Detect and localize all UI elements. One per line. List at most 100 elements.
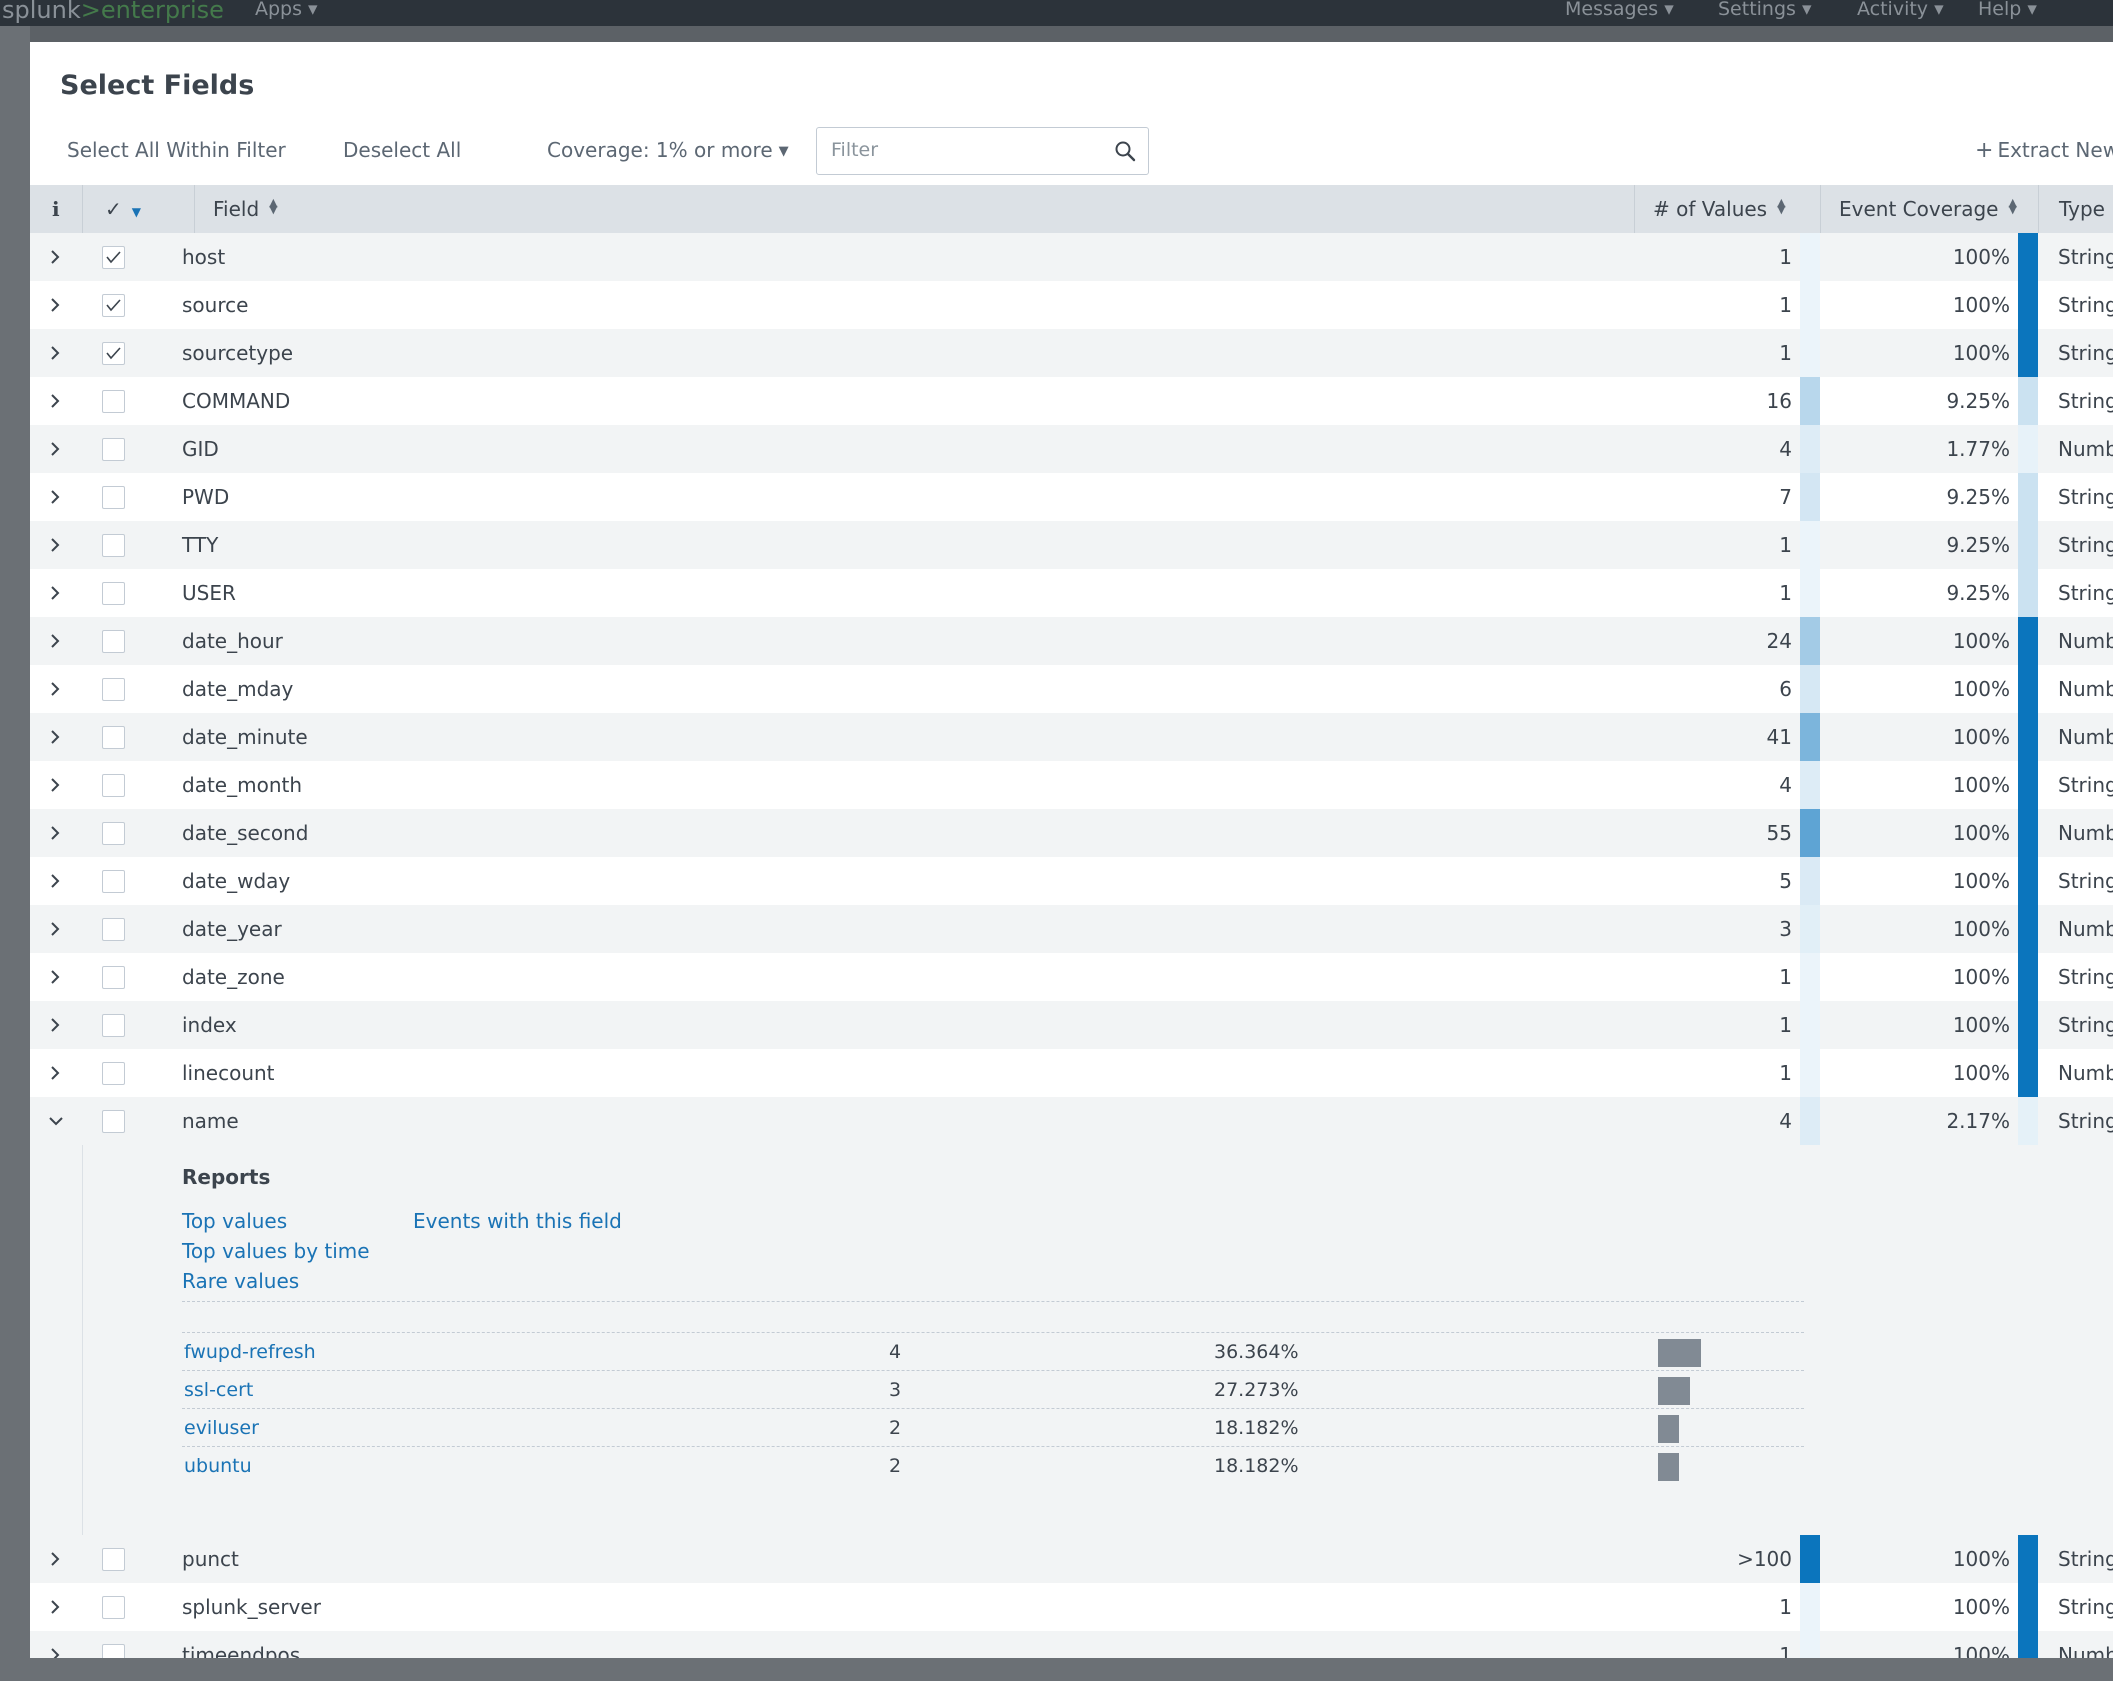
field-type: String: [2058, 389, 2113, 413]
field-column-header[interactable]: Field ▲ ▼: [194, 185, 1634, 233]
extract-new-fields-button[interactable]: + Extract New: [1975, 138, 2113, 163]
field-checkbox[interactable]: [102, 678, 125, 701]
field-checkbox[interactable]: [102, 774, 125, 797]
field-checkbox[interactable]: [102, 1062, 125, 1085]
nav-apps[interactable]: Apps ▾: [255, 0, 318, 20]
field-checkbox[interactable]: [102, 1644, 125, 1658]
values-bar: [1800, 1049, 1820, 1097]
num-values: 5: [1779, 869, 1792, 893]
coverage-bar: [2018, 1001, 2038, 1049]
chevron-right-icon[interactable]: [48, 761, 68, 809]
table-row: GID 4 1.77% Number: [30, 425, 2113, 473]
field-checkbox[interactable]: [102, 342, 125, 365]
event-coverage-column-header[interactable]: Event Coverage ▲ ▼: [1820, 185, 2038, 233]
field-checkbox[interactable]: [102, 1110, 125, 1133]
chevron-right-icon[interactable]: [48, 233, 68, 281]
num-values: 16: [1766, 389, 1792, 413]
field-name: USER: [182, 581, 236, 605]
chevron-right-icon[interactable]: [48, 425, 68, 473]
values-bar: [1800, 233, 1820, 281]
field-checkbox[interactable]: [102, 1014, 125, 1037]
chevron-right-icon[interactable]: [48, 377, 68, 425]
nav-messages[interactable]: Messages ▾: [1565, 0, 1674, 20]
table-row: splunk_server 1 100% String: [30, 1583, 2113, 1631]
field-type: String: [2058, 1595, 2113, 1619]
num-values: 3: [1779, 917, 1792, 941]
search-icon[interactable]: [1114, 140, 1136, 162]
field-checkbox[interactable]: [102, 390, 125, 413]
chevron-right-icon[interactable]: [48, 569, 68, 617]
filter-field[interactable]: [816, 127, 1149, 175]
select-column-header[interactable]: ✓ ▼: [82, 185, 194, 233]
field-type: String: [2058, 773, 2113, 797]
field-name: splunk_server: [182, 1595, 321, 1619]
table-header: i ✓ ▼ Field ▲ ▼ # of Values ▲ ▼ Event Coverag…: [30, 185, 2113, 233]
deselect-all-button[interactable]: Deselect All: [343, 138, 461, 162]
chevron-right-icon[interactable]: [48, 1001, 68, 1049]
event-coverage: 100%: [1952, 1061, 2010, 1085]
coverage-dropdown[interactable]: Coverage: 1% or more ▼: [547, 138, 789, 162]
num-values-column-header[interactable]: # of Values ▲ ▼: [1634, 185, 1820, 233]
field-checkbox[interactable]: [102, 870, 125, 893]
rare-values-link[interactable]: Rare values: [182, 1269, 299, 1293]
field-checkbox[interactable]: [102, 582, 125, 605]
values-bar: [1800, 857, 1820, 905]
chevron-right-icon[interactable]: [48, 281, 68, 329]
field-type: String: [2058, 341, 2113, 365]
field-name: date_hour: [182, 629, 283, 653]
chevron-right-icon[interactable]: [48, 665, 68, 713]
type-column-header[interactable]: Type▲▼: [2038, 185, 2113, 233]
nav-activity[interactable]: Activity ▾: [1857, 0, 1944, 20]
filter-input[interactable]: [817, 128, 1087, 172]
chevron-down-icon[interactable]: [48, 1097, 68, 1145]
value-link[interactable]: fwupd-refresh: [184, 1333, 316, 1371]
caret-down-icon[interactable]: ▼: [132, 205, 141, 219]
field-checkbox[interactable]: [102, 294, 125, 317]
chevron-right-icon[interactable]: [48, 617, 68, 665]
chevron-right-icon[interactable]: [48, 905, 68, 953]
chevron-right-icon[interactable]: [48, 1049, 68, 1097]
field-type: String: [2058, 965, 2113, 989]
value-link[interactable]: ubuntu: [184, 1447, 252, 1485]
chevron-right-icon[interactable]: [48, 713, 68, 761]
top-values-by-time-link[interactable]: Top values by time: [182, 1239, 370, 1263]
value-link[interactable]: eviluser: [184, 1409, 259, 1447]
chevron-right-icon[interactable]: [48, 1535, 68, 1583]
field-checkbox[interactable]: [102, 534, 125, 557]
table-row: date_hour 24 100% Number: [30, 617, 2113, 665]
list-item: ssl-cert 3 27.273%: [182, 1370, 1804, 1408]
field-checkbox[interactable]: [102, 246, 125, 269]
coverage-bar: [2018, 665, 2038, 713]
chevron-right-icon[interactable]: [48, 809, 68, 857]
value-link[interactable]: ssl-cert: [184, 1371, 253, 1409]
chevron-right-icon[interactable]: [48, 857, 68, 905]
field-checkbox[interactable]: [102, 966, 125, 989]
num-values: 1: [1779, 341, 1792, 365]
chevron-right-icon[interactable]: [48, 953, 68, 1001]
table-row: timeendpos 1 100% Number: [30, 1631, 2113, 1658]
field-checkbox[interactable]: [102, 438, 125, 461]
events-with-this-field-link[interactable]: Events with this field: [413, 1209, 622, 1233]
top-values-link[interactable]: Top values: [182, 1209, 287, 1233]
field-checkbox[interactable]: [102, 822, 125, 845]
chevron-right-icon[interactable]: [48, 329, 68, 377]
chevron-right-icon[interactable]: [48, 521, 68, 569]
nav-settings[interactable]: Settings ▾: [1718, 0, 1812, 20]
field-type: String: [2058, 1547, 2113, 1571]
field-checkbox[interactable]: [102, 1548, 125, 1571]
chevron-right-icon[interactable]: [48, 1583, 68, 1631]
field-checkbox[interactable]: [102, 486, 125, 509]
modal-title: Select Fields: [60, 70, 255, 101]
chevron-right-icon[interactable]: [48, 473, 68, 521]
field-checkbox[interactable]: [102, 726, 125, 749]
select-all-within-filter-button[interactable]: Select All Within Filter: [67, 138, 286, 162]
chevron-right-icon[interactable]: [48, 1631, 68, 1658]
table-row: host 1 100% String: [30, 233, 2113, 281]
field-checkbox[interactable]: [102, 630, 125, 653]
field-checkbox[interactable]: [102, 918, 125, 941]
splunk-logo[interactable]: splunk>enterprise: [2, 0, 224, 24]
top-values-table: fwupd-refresh 4 36.364% ssl-cert 3 27.273% evi…: [182, 1301, 1804, 1484]
nav-help[interactable]: Help ▾: [1978, 0, 2037, 20]
values-bar: [1800, 473, 1820, 521]
field-checkbox[interactable]: [102, 1596, 125, 1619]
